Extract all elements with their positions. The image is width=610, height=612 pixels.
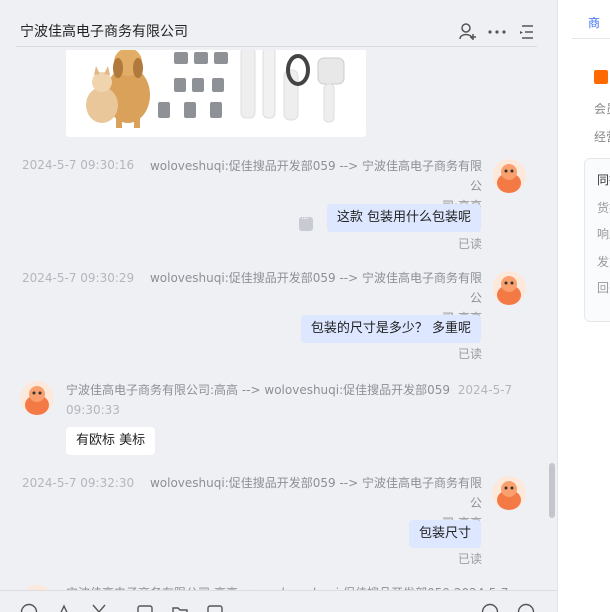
font-icon[interactable] xyxy=(55,603,73,612)
meta-line: woloveshuqi:促佳搜品开发部059 --> 宁波佳高电子商务有限公 xyxy=(149,476,482,510)
message-time: 09:30:33 xyxy=(66,403,120,417)
scissors-icon[interactable] xyxy=(90,603,108,612)
peer-item: 发货 xyxy=(597,255,610,269)
message-bubble[interactable]: 包装的尺寸是多少？ 多重呢 xyxy=(300,315,481,343)
message-time: 2024-5-7 xyxy=(457,383,513,397)
read-status: 已读 xyxy=(458,552,483,566)
store-badge-icon xyxy=(594,70,608,84)
avatar[interactable] xyxy=(492,271,526,305)
chat-header: 宁波佳高电子商务有限公司 xyxy=(0,0,557,50)
chat-title: 宁波佳高电子商务有限公司 xyxy=(20,24,188,40)
message-time: 2024-5-7 09:30:16 xyxy=(22,158,135,172)
meta-line: woloveshuqi:促佳搜品开发部059 --> 宁波佳高电子商务有限公 xyxy=(149,271,482,305)
more-icon[interactable] xyxy=(487,22,507,42)
tab-divider xyxy=(572,38,610,39)
video-icon[interactable] xyxy=(206,603,224,612)
message-bubble[interactable]: 有欧标 美标 xyxy=(66,427,156,455)
add-user-icon[interactable] xyxy=(458,22,478,42)
business-label: 经营 xyxy=(594,130,610,144)
side-panel: 商 会员 经营 同行 货描 响应 发货 回头 xyxy=(557,0,610,612)
avatar[interactable] xyxy=(492,476,526,510)
message-menu-icon[interactable] xyxy=(299,214,313,231)
avatar[interactable] xyxy=(492,159,526,193)
history-icon[interactable] xyxy=(517,603,535,612)
meta-line: 宁波佳高电子商务有限公司:高高 --> woloveshuqi:促佳搜品开发部0… xyxy=(66,380,526,400)
add-icon[interactable] xyxy=(481,603,499,612)
peer-item: 回头 xyxy=(597,281,610,295)
image-icon[interactable] xyxy=(136,603,154,612)
folder-icon[interactable] xyxy=(171,603,189,612)
meta-line: woloveshuqi:促佳搜品开发部059 --> 宁波佳高电子商务有限公 xyxy=(149,159,482,193)
meta-line-text: 宁波佳高电子商务有限公司:高高 --> woloveshuqi:促佳搜品开发部0… xyxy=(66,383,451,397)
tab-store[interactable]: 商 xyxy=(588,14,600,31)
message-bubble[interactable]: 包装尺寸 xyxy=(408,520,481,548)
member-label: 会员 xyxy=(594,102,610,116)
peer-title: 同行 xyxy=(597,173,610,187)
scrollbar-thumb[interactable] xyxy=(549,463,555,518)
header-divider xyxy=(16,46,537,47)
avatar[interactable] xyxy=(20,381,54,415)
peer-item: 响应 xyxy=(597,227,610,241)
chat-pane: 宁波佳高电子商务有限公司 2024-5-7 09:30:16 woloveshu… xyxy=(0,0,557,612)
input-toolbar xyxy=(0,590,557,612)
peer-compare-box: 同行 货描 响应 发货 回头 xyxy=(584,158,610,322)
peer-item: 货描 xyxy=(597,201,610,215)
emoji-icon[interactable] xyxy=(20,603,38,612)
message-meta: 宁波佳高电子商务有限公司:高高 --> woloveshuqi:促佳搜品开发部0… xyxy=(66,380,526,420)
list-icon[interactable] xyxy=(517,22,537,42)
message-time: 2024-5-7 09:30:29 xyxy=(22,271,135,285)
read-status: 已读 xyxy=(458,347,483,361)
message-time: 2024-5-7 09:32:30 xyxy=(22,476,135,490)
message-bubble[interactable]: 这款 包装用什么包装呢 xyxy=(326,204,481,232)
read-status: 已读 xyxy=(458,237,483,251)
